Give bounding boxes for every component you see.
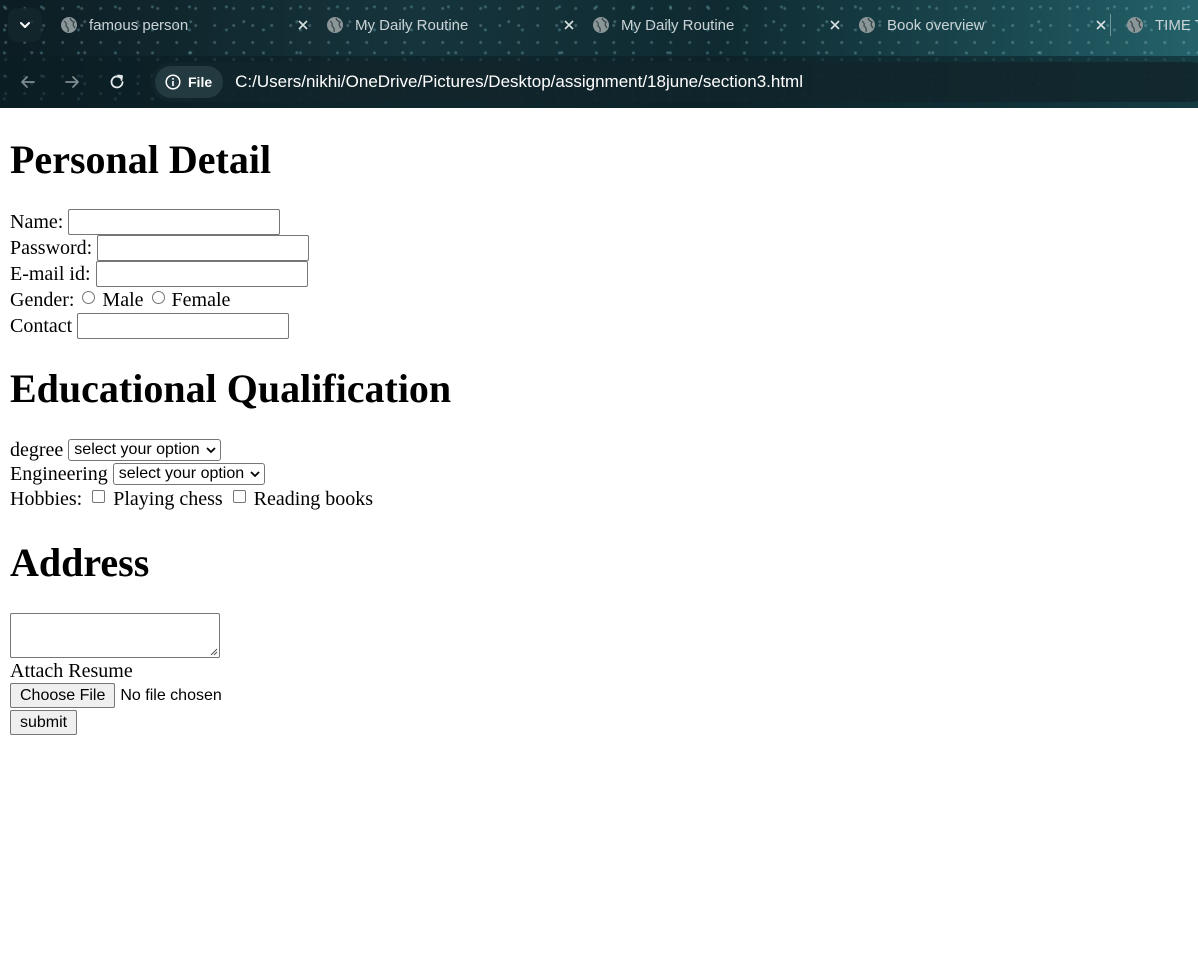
engineering-selected-value: select your option	[118, 465, 245, 482]
personal-detail-heading: Personal Detail	[10, 137, 272, 182]
name-input[interactable]	[68, 209, 281, 235]
female-radio[interactable]	[151, 290, 165, 304]
name-row: Name:	[10, 209, 1198, 235]
chevron-down-icon	[250, 471, 260, 478]
address-heading: Address	[10, 540, 150, 585]
address-bar[interactable]: File C:/Users/nikhi/OneDrive/Pictures/De…	[151, 62, 1198, 102]
contact-label: Contact	[10, 315, 73, 337]
tab-1[interactable]: famous person	[60, 8, 326, 42]
tab-3[interactable]: My Daily Routine	[592, 8, 858, 42]
chevron-down-icon	[206, 447, 216, 454]
tab-title: My Daily Routine	[355, 16, 469, 34]
info-icon	[165, 74, 181, 90]
close-icon[interactable]	[824, 14, 846, 36]
reading-books-checkbox[interactable]	[232, 489, 246, 503]
hobbies-row: Hobbies: Playing chess Reading books	[10, 486, 1198, 512]
engineering-label: Engineering	[10, 463, 108, 485]
email-label: E-mail id:	[10, 263, 91, 285]
close-icon[interactable]	[292, 14, 314, 36]
degree-label: degree	[10, 439, 64, 461]
degree-select[interactable]: select your option	[68, 439, 221, 461]
tab-title: Book overview	[887, 16, 985, 34]
email-input[interactable]	[95, 261, 308, 287]
submit-button[interactable]: submit	[10, 710, 78, 735]
playing-chess-checkbox[interactable]	[92, 489, 106, 503]
tab-title: TIME T	[1155, 16, 1198, 34]
degree-row: degree select your option	[10, 438, 1198, 462]
engineering-row: Engineering select your option	[10, 462, 1198, 486]
reload-icon	[110, 74, 124, 89]
forward-button[interactable]	[56, 66, 88, 98]
engineering-select[interactable]: select your option	[112, 463, 266, 485]
attach-resume-row: Attach Resume	[10, 658, 1198, 683]
password-row: Password:	[10, 235, 1198, 261]
educational-qualification-heading: Educational Qualification	[10, 366, 452, 411]
page-content: Personal Detail Name: Password: E-mail i…	[10, 108, 1198, 735]
tab-5[interactable]: TIME T	[1126, 8, 1198, 42]
gender-label: Gender:	[10, 289, 75, 311]
password-input[interactable]	[97, 235, 310, 261]
degree-selected-value: select your option	[74, 441, 200, 458]
attach-resume-label: Attach Resume	[10, 659, 133, 682]
tab-4[interactable]: Book overview	[858, 8, 1124, 42]
globe-icon	[593, 17, 609, 33]
contact-input[interactable]	[77, 313, 290, 339]
close-icon[interactable]	[558, 14, 580, 36]
male-radio[interactable]	[82, 290, 96, 304]
chip-label: File	[188, 74, 213, 90]
gender-row: Gender: Male Female	[10, 287, 1198, 313]
arrow-left-icon	[21, 76, 35, 88]
hobbies-label: Hobbies:	[10, 488, 83, 510]
playing-chess-label: Playing chess	[113, 488, 223, 510]
email-row: E-mail id:	[10, 261, 1198, 287]
submit-row: submit	[10, 710, 1198, 735]
tab-search-button[interactable]	[8, 8, 42, 42]
globe-icon	[327, 17, 343, 33]
reload-button[interactable]	[101, 66, 133, 98]
file-row: Choose File No file chosen	[10, 683, 1198, 708]
resize-grip-icon[interactable]	[209, 647, 218, 656]
file-status: No file chosen	[120, 686, 222, 704]
password-label: Password:	[10, 237, 93, 259]
close-icon[interactable]	[1090, 14, 1112, 36]
arrow-right-icon	[65, 76, 79, 88]
address-textarea[interactable]	[10, 613, 220, 658]
browser-chrome: famous person My Daily Routine My Daily …	[0, 0, 1198, 108]
tab-title: My Daily Routine	[621, 16, 735, 34]
url-text[interactable]: C:/Users/nikhi/OneDrive/Pictures/Desktop…	[235, 72, 803, 92]
tab-title: famous person	[89, 16, 189, 34]
toolbar: File C:/Users/nikhi/OneDrive/Pictures/De…	[0, 56, 1198, 108]
site-info-chip[interactable]: File	[155, 66, 224, 98]
globe-icon	[859, 17, 875, 33]
tab-2[interactable]: My Daily Routine	[326, 8, 592, 42]
reading-books-label: Reading books	[253, 488, 374, 510]
tab-divider	[1110, 14, 1111, 36]
chevron-down-icon	[20, 22, 30, 28]
back-button[interactable]	[12, 66, 44, 98]
tab-strip: famous person My Daily Routine My Daily …	[0, 0, 1198, 52]
globe-icon	[61, 17, 77, 33]
choose-file-button[interactable]: Choose File	[10, 683, 116, 708]
name-label: Name:	[10, 211, 64, 233]
contact-row: Contact	[10, 313, 1198, 339]
globe-icon	[1127, 17, 1143, 33]
male-label: Male	[102, 289, 144, 311]
female-label: Female	[171, 289, 231, 311]
